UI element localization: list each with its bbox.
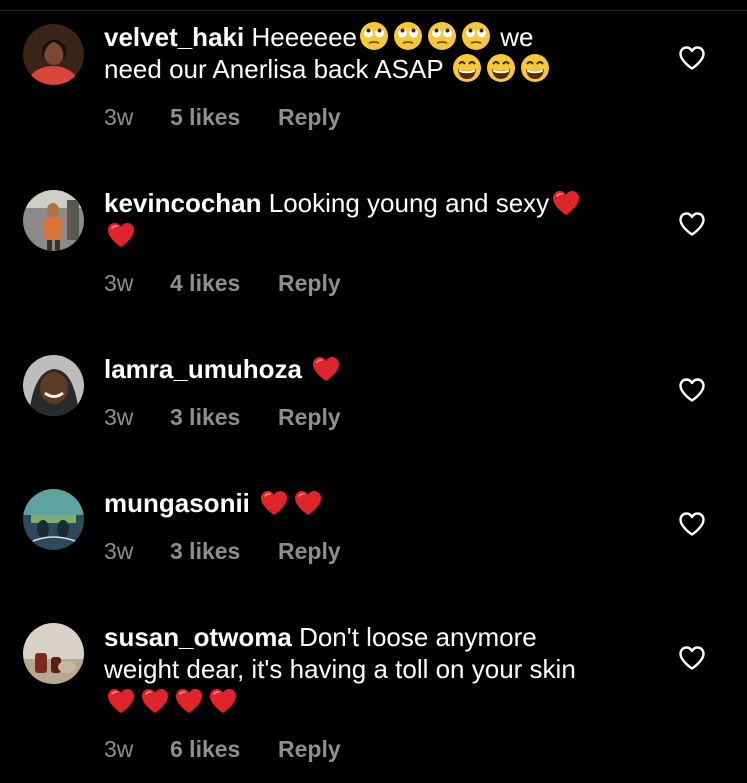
comment-timestamp: 3w — [104, 538, 134, 564]
red-heart-icon — [259, 489, 289, 517]
reply-button[interactable]: Reply — [278, 403, 341, 431]
comment-meta: 3w 5 likes Reply — [104, 103, 341, 131]
avatar[interactable] — [23, 623, 84, 684]
face-with-rolling-eyes-icon — [461, 21, 491, 51]
red-heart-icon — [551, 189, 581, 217]
red-heart-icon — [106, 221, 136, 249]
comment-text-part: Don't loose anymore — [299, 622, 537, 652]
comment-username[interactable]: kevincochan — [104, 188, 262, 218]
like-heart-icon[interactable] — [678, 45, 706, 71]
red-heart-icon — [208, 687, 238, 715]
comment-meta: 3w 4 likes Reply — [104, 269, 341, 297]
avatar[interactable] — [23, 355, 84, 416]
comment-text: velvet_haki Heeeeee we need our Anerlisa… — [104, 21, 649, 85]
grinning-face-with-smiling-eyes-icon — [452, 53, 482, 83]
comment-likes-count[interactable]: 4 likes — [170, 269, 278, 297]
avatar[interactable] — [23, 24, 84, 85]
red-heart-icon — [311, 355, 341, 383]
like-heart-icon[interactable] — [678, 211, 706, 237]
red-heart-icon — [106, 687, 136, 715]
comment-username[interactable]: velvet_haki — [104, 22, 244, 52]
comment-text-part: weight dear, it's having a toll on your … — [104, 654, 576, 684]
comment-text: lamra_umuhoza — [104, 353, 649, 385]
face-with-rolling-eyes-icon — [427, 21, 457, 51]
comment-timestamp: 3w — [104, 404, 134, 430]
red-heart-icon — [140, 687, 170, 715]
reply-button[interactable]: Reply — [278, 269, 341, 297]
face-with-rolling-eyes-icon — [393, 21, 423, 51]
comment-likes-count[interactable]: 5 likes — [170, 103, 278, 131]
comment-text-part: Heeeeee — [251, 22, 357, 52]
comment-text: kevincochan Looking young and sexy — [104, 187, 649, 251]
like-heart-icon[interactable] — [678, 511, 706, 537]
like-heart-icon[interactable] — [678, 377, 706, 403]
red-heart-icon — [293, 489, 323, 517]
comment-username[interactable]: lamra_umuhoza — [104, 354, 302, 384]
grinning-face-with-smiling-eyes-icon — [520, 53, 550, 83]
like-heart-icon[interactable] — [678, 645, 706, 671]
comment-text: susan_otwoma Don't loose anymore weight … — [104, 621, 649, 717]
comment-meta: 3w 3 likes Reply — [104, 537, 341, 565]
face-with-rolling-eyes-icon — [359, 21, 389, 51]
comment-text-part: need our Anerlisa back ASAP — [104, 54, 444, 84]
comment-username[interactable]: susan_otwoma — [104, 622, 292, 652]
avatar[interactable] — [23, 489, 84, 550]
reply-button[interactable]: Reply — [278, 735, 341, 763]
comment-text-part: Looking young and sexy — [268, 188, 550, 218]
comment-timestamp: 3w — [104, 736, 134, 762]
comment-likes-count[interactable]: 6 likes — [170, 735, 278, 763]
comment-timestamp: 3w — [104, 104, 134, 130]
grinning-face-with-smiling-eyes-icon — [486, 53, 516, 83]
comment-username[interactable]: mungasonii — [104, 488, 250, 518]
reply-button[interactable]: Reply — [278, 103, 341, 131]
comment-text: mungasonii — [104, 487, 649, 519]
comment-meta: 3w 6 likes Reply — [104, 735, 341, 763]
comment-likes-count[interactable]: 3 likes — [170, 403, 278, 431]
comment-text-part: we — [500, 22, 534, 52]
red-heart-icon — [174, 687, 204, 715]
avatar[interactable] — [23, 190, 84, 251]
comment-timestamp: 3w — [104, 270, 134, 296]
top-divider — [0, 10, 747, 11]
reply-button[interactable]: Reply — [278, 537, 341, 565]
comment-meta: 3w 3 likes Reply — [104, 403, 341, 431]
comment-likes-count[interactable]: 3 likes — [170, 537, 278, 565]
